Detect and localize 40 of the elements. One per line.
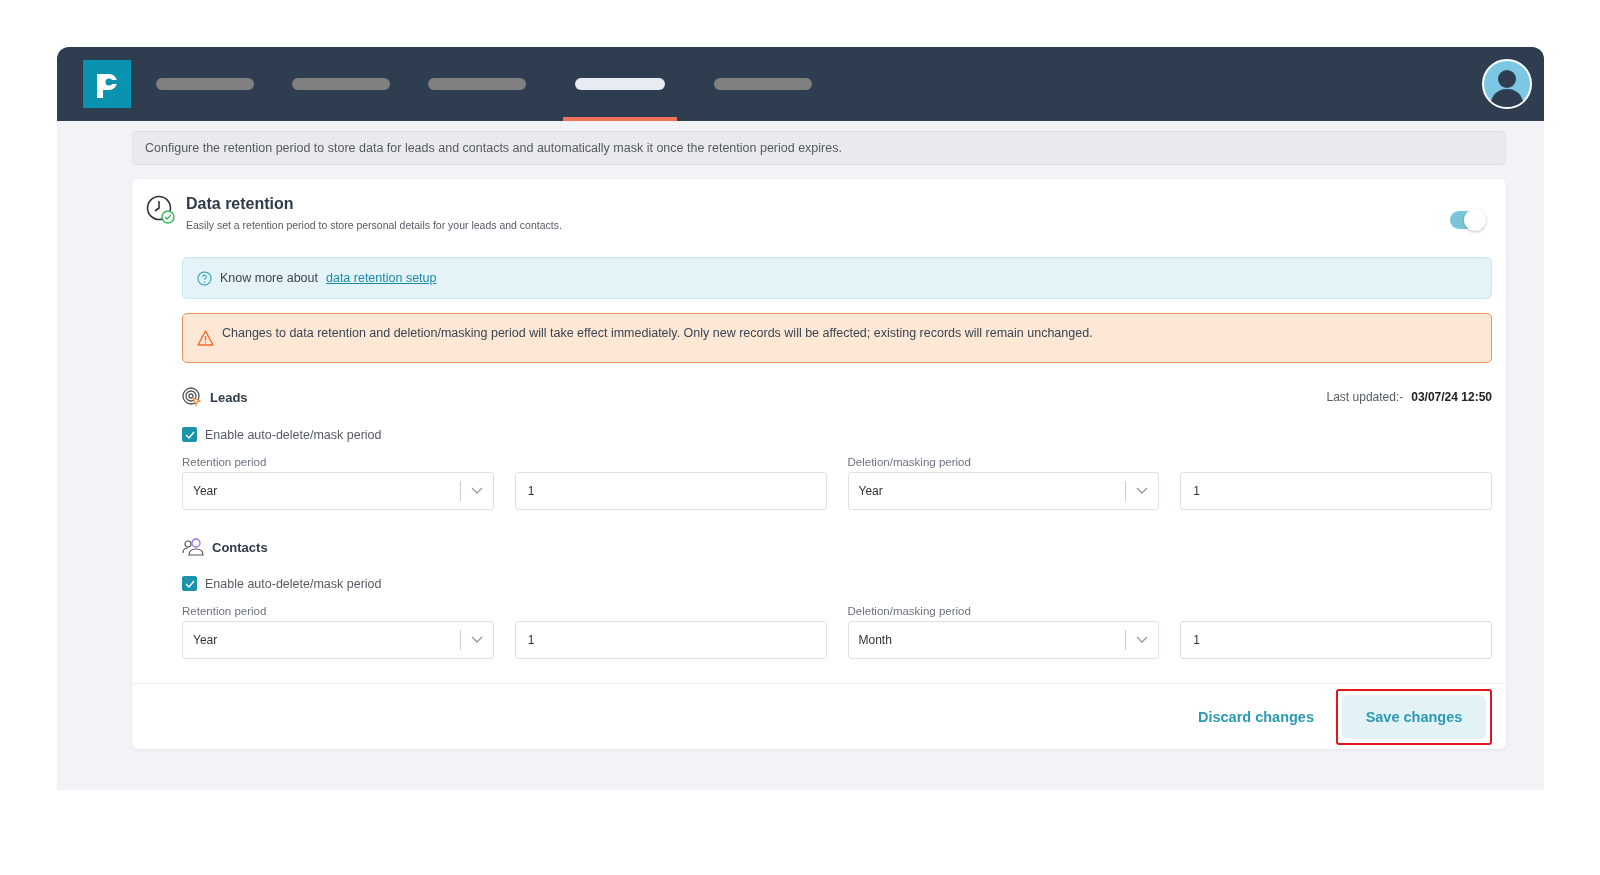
checkbox[interactable] (182, 427, 197, 442)
field-label: Retention period (182, 456, 268, 468)
info-banner: Configure the retention period to store data for leads and contacts and automatically mask it once the retention period expires. (132, 131, 1506, 165)
chevron-down-icon (470, 636, 483, 644)
clock-check-icon (146, 195, 176, 225)
last-updated-label: Last updated:- (1326, 390, 1404, 404)
period-input[interactable]: 1 (1180, 621, 1492, 659)
unit-dropdown[interactable]: Year (182, 621, 494, 659)
user-avatar-icon[interactable] (1482, 59, 1532, 109)
card-subtitle: Easily set a retention period to store personal details for your leads and contacts. (186, 219, 563, 231)
users-icon (182, 538, 204, 556)
checkbox-label: Enable auto-delete/mask period (205, 427, 382, 442)
target-icon (182, 387, 202, 407)
section-title: Leads (210, 389, 249, 405)
period-input[interactable]: 1 (514, 621, 827, 659)
field-label: Deletion/masking period (847, 456, 972, 468)
checkbox[interactable] (182, 576, 197, 591)
unit-dropdown[interactable]: Month (847, 621, 1160, 659)
unit-dropdown[interactable]: Year (182, 472, 494, 510)
help-text: Know more about (220, 271, 318, 285)
chevron-down-icon (1136, 487, 1149, 495)
help-link[interactable]: data retention setup (326, 271, 437, 285)
toggle-switch[interactable] (1450, 211, 1484, 229)
warning-icon (197, 330, 214, 346)
chevron-down-icon (470, 487, 483, 495)
warning-text: Changes to data retention and deletion/masking period will take effect immediately. Only new records will be affected; existing records will remain unchanged. (222, 326, 1093, 340)
card-title: Data retention (186, 195, 295, 213)
check-icon (184, 430, 195, 439)
checkbox-label: Enable auto-delete/mask period (205, 576, 382, 591)
section-title: Contacts (212, 539, 269, 555)
logo-icon (83, 60, 131, 108)
field-label: Deletion/masking period (847, 605, 972, 617)
chevron-down-icon (1136, 636, 1149, 644)
question-icon (197, 270, 212, 286)
check-icon (184, 579, 195, 588)
unit-dropdown[interactable]: Year (847, 472, 1160, 510)
period-input[interactable]: 1 (1180, 472, 1492, 510)
last-updated-value: 03/07/24 12:50 (1411, 390, 1492, 404)
period-input[interactable]: 1 (514, 472, 827, 510)
field-label: Retention period (182, 605, 268, 617)
